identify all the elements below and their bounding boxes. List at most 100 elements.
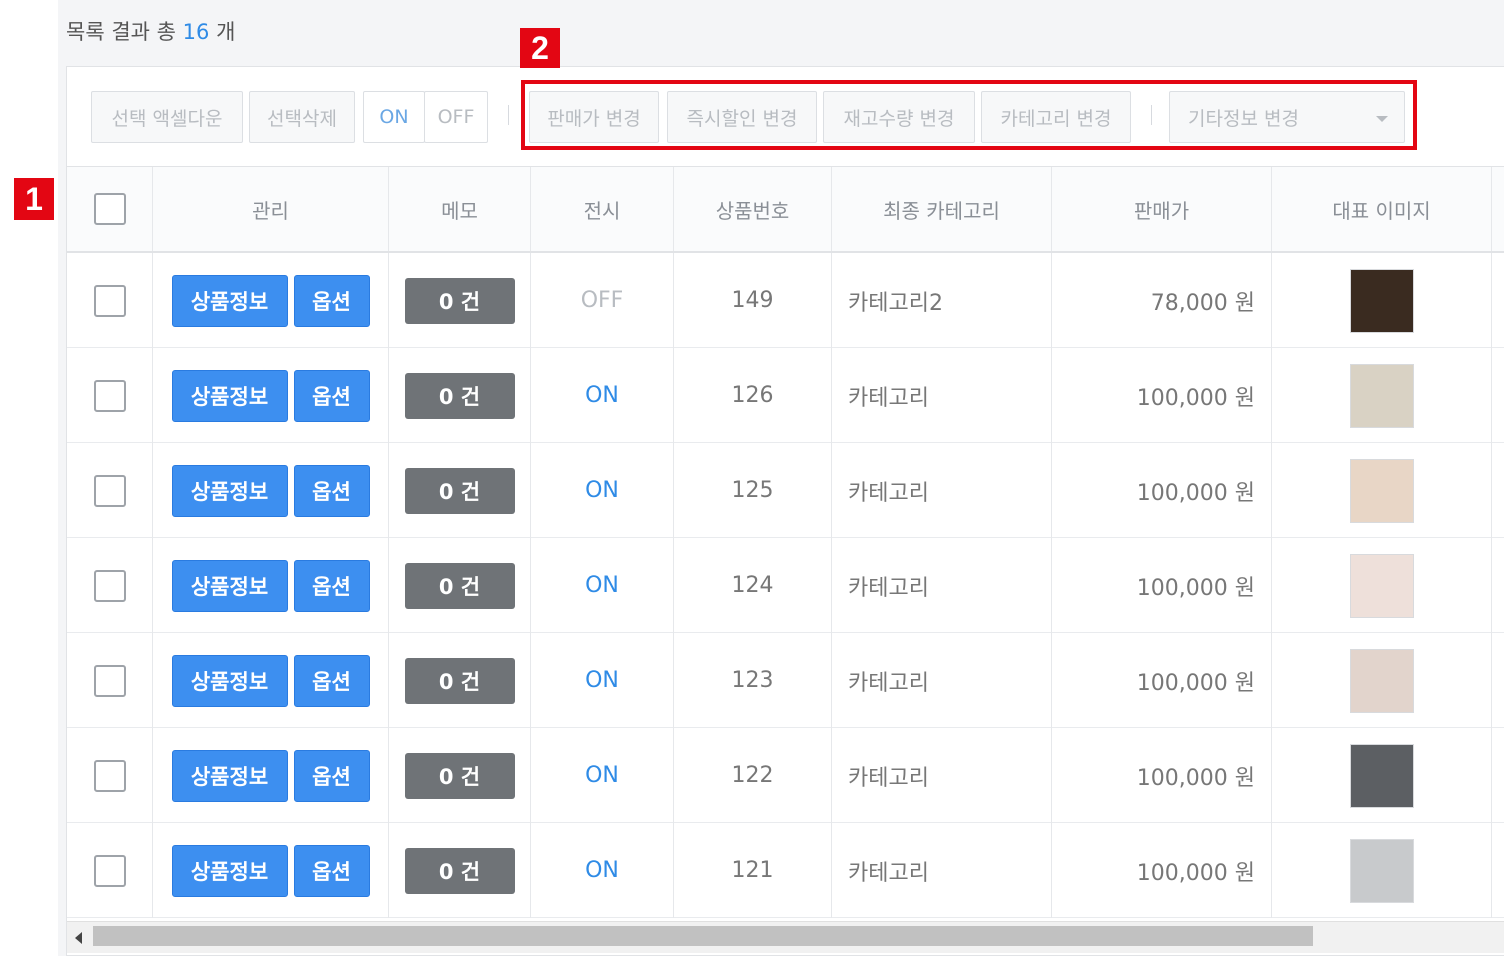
delete-selected-button[interactable]: 선택삭제 — [249, 91, 355, 143]
product-thumbnail[interactable] — [1349, 743, 1414, 808]
sale-price: 100,000 원 — [1052, 443, 1272, 538]
category-name: 카테고리 — [832, 538, 1052, 633]
table-row: 상품정보 옵션 0 건 OFF 149 카테고리2 78,000 원 — [67, 253, 1504, 348]
option-button[interactable]: 옵션 — [293, 274, 370, 327]
result-suffix: 개 — [216, 20, 236, 44]
select-all-checkbox[interactable] — [93, 193, 126, 225]
memo-button[interactable]: 0 건 — [404, 277, 515, 324]
select-all-cell — [67, 167, 153, 251]
list-panel: 선택 액셀다운 선택삭제 ON OFF 판매가 변경 즉시할인 변경 재고수량 … — [66, 66, 1504, 956]
display-status: ON — [531, 443, 674, 538]
option-button[interactable]: 옵션 — [293, 749, 370, 802]
off-button[interactable]: OFF — [424, 91, 488, 143]
display-status: OFF — [531, 253, 674, 348]
row-select-cell — [67, 823, 153, 918]
product-info-button[interactable]: 상품정보 — [171, 844, 288, 897]
product-thumbnail[interactable] — [1349, 268, 1414, 333]
product-info-button[interactable]: 상품정보 — [171, 274, 288, 327]
table-row: 상품정보 옵션 0 건 ON 125 카테고리 100,000 원 — [67, 443, 1504, 538]
product-info-button[interactable]: 상품정보 — [171, 654, 288, 707]
row-select-cell — [67, 443, 153, 538]
horizontal-scrollbar[interactable] — [67, 921, 1504, 953]
col-category: 최종 카테고리 — [832, 167, 1052, 251]
page: 1 목록 결과 총 16 개 선택 액셀다운 선택삭제 ON OFF 판매가 변… — [0, 0, 1504, 956]
col-price: 판매가 — [1052, 167, 1272, 251]
product-info-button[interactable]: 상품정보 — [171, 559, 288, 612]
category-name: 카테고리 — [832, 633, 1052, 728]
memo-button[interactable]: 0 건 — [404, 657, 515, 704]
category-name: 카테고리 — [832, 823, 1052, 918]
product-number: 126 — [674, 348, 832, 443]
row-checkbox[interactable] — [93, 474, 126, 507]
manage-cell: 상품정보 옵션 — [153, 728, 389, 823]
sale-price: 100,000 원 — [1052, 538, 1272, 633]
product-thumbnail[interactable] — [1349, 838, 1414, 903]
memo-cell: 0 건 — [389, 538, 531, 633]
row-checkbox[interactable] — [93, 759, 126, 792]
product-number: 149 — [674, 253, 832, 348]
excel-download-button[interactable]: 선택 액셀다운 — [91, 91, 243, 143]
image-cell — [1272, 633, 1492, 728]
marker-1: 1 — [14, 178, 54, 220]
sale-price: 100,000 원 — [1052, 823, 1272, 918]
product-thumbnail[interactable] — [1349, 648, 1414, 713]
product-info-button[interactable]: 상품정보 — [171, 749, 288, 802]
result-prefix: 목록 결과 총 — [66, 20, 176, 44]
product-number: 123 — [674, 633, 832, 728]
memo-button[interactable]: 0 건 — [404, 562, 515, 609]
memo-button[interactable]: 0 건 — [404, 372, 515, 419]
product-thumbnail[interactable] — [1349, 553, 1414, 618]
display-status: ON — [531, 633, 674, 728]
memo-button[interactable]: 0 건 — [404, 467, 515, 514]
product-thumbnail[interactable] — [1349, 363, 1414, 428]
memo-button[interactable]: 0 건 — [404, 847, 515, 894]
option-button[interactable]: 옵션 — [293, 844, 370, 897]
row-select-cell — [67, 253, 153, 348]
col-image: 대표 이미지 — [1272, 167, 1492, 251]
manage-cell: 상품정보 옵션 — [153, 443, 389, 538]
product-info-button[interactable]: 상품정보 — [171, 464, 288, 517]
col-display: 전시 — [531, 167, 674, 251]
manage-cell: 상품정보 옵션 — [153, 633, 389, 728]
table-header: 관리 메모 전시 상품번호 최종 카테고리 판매가 대표 이미지 — [67, 167, 1504, 253]
col-product-no: 상품번호 — [674, 167, 832, 251]
row-checkbox[interactable] — [93, 854, 126, 887]
product-number: 124 — [674, 538, 832, 633]
scroll-thumb[interactable] — [93, 926, 1313, 946]
marker-2: 2 — [520, 28, 560, 68]
option-button[interactable]: 옵션 — [293, 464, 370, 517]
on-button[interactable]: ON — [363, 91, 425, 143]
row-select-cell — [67, 728, 153, 823]
category-name: 카테고리 — [832, 728, 1052, 823]
col-manage: 관리 — [153, 167, 389, 251]
product-number: 125 — [674, 443, 832, 538]
table-row: 상품정보 옵션 0 건 ON 121 카테고리 100,000 원 — [67, 823, 1504, 918]
image-cell — [1272, 538, 1492, 633]
option-button[interactable]: 옵션 — [293, 654, 370, 707]
row-checkbox[interactable] — [93, 284, 126, 317]
product-info-button[interactable]: 상품정보 — [171, 369, 288, 422]
table-row: 상품정보 옵션 0 건 ON 126 카테고리 100,000 원 — [67, 348, 1504, 443]
manage-cell: 상품정보 옵션 — [153, 823, 389, 918]
result-summary: 목록 결과 총 16 개 — [66, 16, 235, 46]
row-checkbox[interactable] — [93, 569, 126, 602]
row-checkbox[interactable] — [93, 379, 126, 412]
memo-cell: 0 건 — [389, 823, 531, 918]
row-select-cell — [67, 538, 153, 633]
category-name: 카테고리 — [832, 348, 1052, 443]
display-status: ON — [531, 348, 674, 443]
product-thumbnail[interactable] — [1349, 458, 1414, 523]
toolbar-separator — [508, 105, 509, 125]
option-button[interactable]: 옵션 — [293, 559, 370, 612]
sale-price: 100,000 원 — [1052, 348, 1272, 443]
image-cell — [1272, 443, 1492, 538]
scroll-left-icon[interactable] — [75, 932, 82, 944]
memo-button[interactable]: 0 건 — [404, 752, 515, 799]
marker-2-label: 2 — [531, 29, 549, 66]
row-checkbox[interactable] — [93, 664, 126, 697]
sale-price: 78,000 원 — [1052, 253, 1272, 348]
table-row: 상품정보 옵션 0 건 ON 123 카테고리 100,000 원 — [67, 633, 1504, 728]
table-row: 상품정보 옵션 0 건 ON 122 카테고리 100,000 원 — [67, 728, 1504, 823]
option-button[interactable]: 옵션 — [293, 369, 370, 422]
product-number: 122 — [674, 728, 832, 823]
